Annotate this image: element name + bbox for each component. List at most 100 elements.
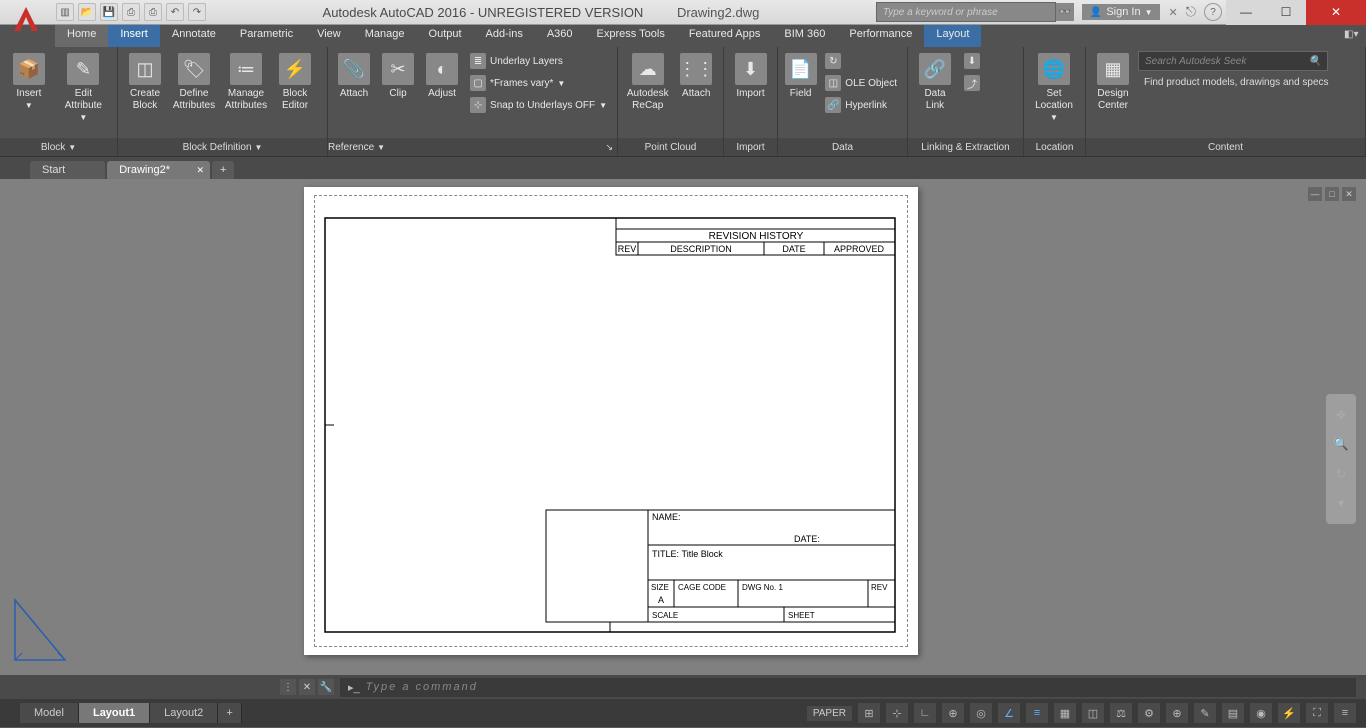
ribbon-tab-performance[interactable]: Performance xyxy=(837,25,924,47)
data-link-button[interactable]: 🔗Data Link xyxy=(914,51,956,112)
command-input[interactable]: ▸_ Type a command xyxy=(340,678,1356,697)
polar-toggle-icon[interactable]: ⊕ xyxy=(942,703,964,723)
units-icon[interactable]: ✎ xyxy=(1194,703,1216,723)
set-location-button[interactable]: 🌐Set Location▼ xyxy=(1030,51,1078,124)
filetab-start[interactable]: Start xyxy=(30,161,105,179)
isolate-objects-icon[interactable]: ◉ xyxy=(1250,703,1272,723)
ribbon-tab-view[interactable]: View xyxy=(305,25,353,47)
cmd-x-icon[interactable]: ✕ xyxy=(299,679,315,695)
define-attributes-button[interactable]: 🏷Define Attributes xyxy=(170,51,218,112)
ole-object-button[interactable]: ◫OLE Object xyxy=(821,73,901,93)
transparency-toggle-icon[interactable]: ▦ xyxy=(1054,703,1076,723)
cmd-customize-icon[interactable]: 🔧 xyxy=(318,679,334,695)
edit-attribute-button[interactable]: ✎Edit Attribute▼ xyxy=(56,51,111,124)
recap-button[interactable]: ☁Autodesk ReCap xyxy=(624,51,671,112)
autodesk360-icon[interactable]: ⎋ xyxy=(1186,4,1196,20)
panel-title-block[interactable]: Block▼ xyxy=(0,138,117,156)
navigation-bar[interactable]: ✥ 🔍 ↻ ▾ xyxy=(1326,394,1356,524)
ribbon-overflow-icon[interactable]: ◧▾ xyxy=(1344,29,1358,43)
ribbon-tab-parametric[interactable]: Parametric xyxy=(228,25,305,47)
ribbon-tab-home[interactable]: Home xyxy=(55,25,108,47)
otrack-toggle-icon[interactable]: ∠ xyxy=(998,703,1020,723)
lineweight-toggle-icon[interactable]: ≡ xyxy=(1026,703,1048,723)
create-block-button[interactable]: ◫Create Block xyxy=(124,51,166,112)
qat-save-icon[interactable]: 💾 xyxy=(100,3,118,21)
ribbon-tab-manage[interactable]: Manage xyxy=(353,25,417,47)
pan-icon[interactable]: ✥ xyxy=(1331,405,1351,425)
autodesk-seek-input[interactable]: Search Autodesk Seek🔍 xyxy=(1138,51,1328,71)
maximize-button[interactable]: ☐ xyxy=(1266,0,1306,25)
help-search-input[interactable]: Type a keyword or phrase xyxy=(876,2,1056,22)
ribbon-tab-insert[interactable]: Insert xyxy=(108,25,160,47)
tab-add-layout[interactable]: + xyxy=(218,703,241,723)
space-toggle[interactable]: PAPER xyxy=(807,706,852,721)
qat-undo-icon[interactable]: ↶ xyxy=(166,3,184,21)
grid-toggle-icon[interactable]: ⊞ xyxy=(858,703,880,723)
annotation-scale-icon[interactable]: ⚖ xyxy=(1110,703,1132,723)
ribbon-tab-a360[interactable]: A360 xyxy=(535,25,585,47)
frames-button[interactable]: ▢*Frames vary*▼ xyxy=(466,73,611,93)
extract-data-button[interactable]: ⤴ xyxy=(960,73,984,93)
hardware-accel-icon[interactable]: ⚡ xyxy=(1278,703,1300,723)
osnap-toggle-icon[interactable]: ◎ xyxy=(970,703,992,723)
design-center-button[interactable]: ▦Design Center xyxy=(1092,51,1134,112)
ribbon-tab-annotate[interactable]: Annotate xyxy=(160,25,228,47)
workspace-icon[interactable]: ⚙ xyxy=(1138,703,1160,723)
zoom-icon[interactable]: 🔍 xyxy=(1331,434,1351,454)
showmotion-icon[interactable]: ▾ xyxy=(1331,493,1351,513)
customization-icon[interactable]: ≡ xyxy=(1334,703,1356,723)
qat-print-icon[interactable]: ⎙ xyxy=(144,3,162,21)
infocenter-icon[interactable]: 👓 xyxy=(1056,3,1074,21)
signin-button[interactable]: 👤Sign In▼ xyxy=(1082,4,1161,20)
qat-open-icon[interactable]: 📂 xyxy=(78,3,96,21)
quick-properties-icon[interactable]: ▤ xyxy=(1222,703,1244,723)
qat-new-icon[interactable]: ▥ xyxy=(56,3,74,21)
update-fields-button[interactable]: ↻ xyxy=(821,51,901,71)
annotation-monitor-icon[interactable]: ⊕ xyxy=(1166,703,1188,723)
tab-layout1[interactable]: Layout1 xyxy=(79,703,150,723)
app-logo[interactable] xyxy=(6,0,46,39)
tab-layout2[interactable]: Layout2 xyxy=(150,703,218,723)
manage-attributes-button[interactable]: ≔Manage Attributes xyxy=(222,51,270,112)
snap-underlays-button[interactable]: ⊹Snap to Underlays OFF▼ xyxy=(466,95,611,115)
viewport-close-icon[interactable]: ✕ xyxy=(1342,187,1356,201)
qat-redo-icon[interactable]: ↷ xyxy=(188,3,206,21)
hyperlink-button[interactable]: 🔗Hyperlink xyxy=(821,95,901,115)
drawing-canvas[interactable]: — □ ✕ REVISION HISTORY REV DESCRIPTION D… xyxy=(0,179,1366,675)
close-tab-icon[interactable]: ✕ xyxy=(196,165,204,176)
filetab-drawing2[interactable]: Drawing2*✕ xyxy=(107,161,210,179)
download-source-button[interactable]: ⬇ xyxy=(960,51,984,71)
ribbon-tab-featured[interactable]: Featured Apps xyxy=(677,25,773,47)
clean-screen-icon[interactable]: ⛶ xyxy=(1306,703,1328,723)
cmd-close-icon[interactable]: ⋮ xyxy=(280,679,296,695)
selection-cycling-icon[interactable]: ◫ xyxy=(1082,703,1104,723)
search-icon[interactable]: 🔍 xyxy=(1309,56,1321,67)
snap-toggle-icon[interactable]: ⊹ xyxy=(886,703,908,723)
attach-ref-button[interactable]: 📎Attach xyxy=(334,51,374,100)
adjust-button[interactable]: ◐Adjust xyxy=(422,51,462,100)
import-button[interactable]: ⬇Import xyxy=(730,51,771,100)
panel-title-blockdef[interactable]: Block Definition▼ xyxy=(118,138,327,156)
minimize-button[interactable]: — xyxy=(1226,0,1266,25)
attach-pointcloud-button[interactable]: ⋮⋮Attach xyxy=(675,51,717,100)
ribbon-tab-bim360[interactable]: BIM 360 xyxy=(772,25,837,47)
orbit-icon[interactable]: ↻ xyxy=(1331,464,1351,484)
ribbon-tab-express[interactable]: Express Tools xyxy=(585,25,677,47)
filetab-new[interactable]: + xyxy=(212,161,234,179)
viewport-minimize-icon[interactable]: — xyxy=(1308,187,1322,201)
underlay-layers-button[interactable]: ≣Underlay Layers xyxy=(466,51,611,71)
panel-title-reference[interactable]: Reference▼↘ xyxy=(328,138,617,156)
tab-model[interactable]: Model xyxy=(20,703,79,723)
help-icon[interactable]: ? xyxy=(1204,3,1222,21)
clip-button[interactable]: ✂Clip xyxy=(378,51,418,100)
field-button[interactable]: 📄Field xyxy=(784,51,817,100)
ortho-toggle-icon[interactable]: ∟ xyxy=(914,703,936,723)
block-editor-button[interactable]: ⚡Block Editor xyxy=(274,51,316,112)
qat-saveas-icon[interactable]: ⎙ xyxy=(122,3,140,21)
dialog-launcher-icon[interactable]: ↘ xyxy=(605,142,613,153)
ribbon-tab-output[interactable]: Output xyxy=(417,25,474,47)
ribbon-tab-layout[interactable]: Layout xyxy=(924,25,981,47)
viewport-maximize-icon[interactable]: □ xyxy=(1325,187,1339,201)
insert-block-button[interactable]: 📦Insert▼ xyxy=(6,51,52,112)
close-button[interactable]: ✕ xyxy=(1306,0,1366,25)
